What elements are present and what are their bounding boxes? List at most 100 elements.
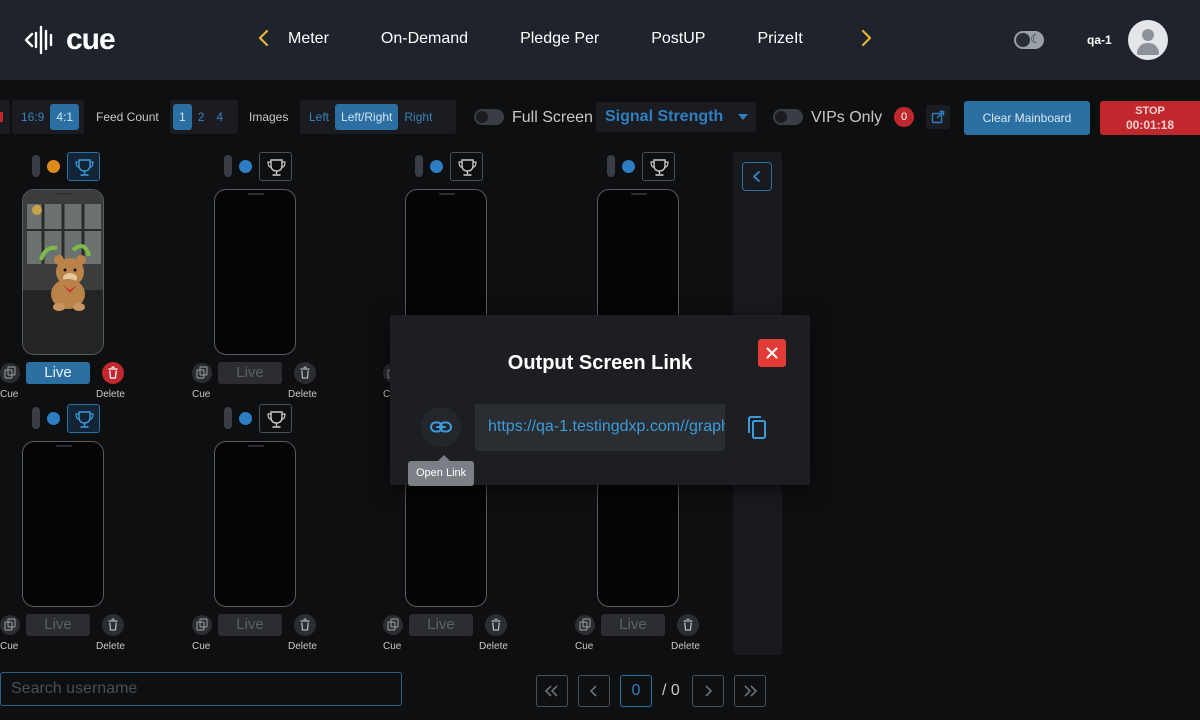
delete-button[interactable] [294,614,316,636]
phone-feed-preview[interactable] [214,189,296,355]
next-page-button[interactable] [692,675,724,707]
drag-handle[interactable] [224,407,232,429]
trophy-icon [75,159,94,176]
feed-count-label: Feed Count [96,110,159,124]
live-button[interactable]: Live [409,614,473,636]
app-nav-list: Meter On-Demand Pledge Per PostUP PrizeI… [288,30,855,48]
cue-label: Cue [575,641,594,652]
nav-next-chevron-icon[interactable] [855,28,877,52]
signal-strength-value: Signal Strength [605,108,724,125]
trash-icon [683,618,693,631]
copy-url-button[interactable] [742,413,772,443]
live-button[interactable]: Live [218,362,282,384]
delete-button[interactable] [102,362,124,384]
first-page-button[interactable] [536,675,568,707]
chevron-right-icon [705,685,713,697]
user-avatar-icon[interactable] [1128,20,1168,60]
total-pages-label: / 0 [662,682,680,699]
cue-queue-icon [4,366,16,379]
delete-label: Delete [671,641,700,652]
cue-queue-icon [196,618,208,631]
output-url-field[interactable]: https://qa-1.testingdxp.com//graphic/out… [475,404,725,451]
trophy-icon [267,159,286,176]
images-label: Images [249,110,289,124]
cue-queue-icon [579,618,591,631]
feed-count-option-2[interactable]: 2 [192,104,211,130]
cue-logo[interactable]: cue [24,22,116,58]
images-option-left[interactable]: Left [303,104,335,130]
aspect-option-16-9[interactable]: 16:9 [15,104,50,130]
cue-queue-icon [4,618,16,631]
delete-button[interactable] [102,614,124,636]
delete-label: Delete [288,389,317,400]
drag-handle[interactable] [32,407,40,429]
last-page-button[interactable] [734,675,766,707]
delete-button[interactable] [485,614,507,636]
trophy-icon [75,411,94,428]
logo-wordmark: cue [66,23,116,56]
nav-item-on-demand[interactable]: On-Demand [381,30,468,48]
nav-item-prizeit[interactable]: PrizeIt [757,30,802,48]
drag-handle[interactable] [415,155,423,177]
phone-feed-preview[interactable] [22,441,104,607]
live-button[interactable]: Live [218,614,282,636]
cue-button[interactable] [0,615,20,635]
collapse-panel-button[interactable] [742,162,772,191]
images-option-left-right[interactable]: Left/Right [335,104,399,130]
drag-handle[interactable] [224,155,232,177]
signal-strength-dropdown[interactable]: Signal Strength [596,102,756,132]
search-username-input[interactable] [0,672,402,706]
cue-queue-icon [387,618,399,631]
modal-close-button[interactable] [758,339,786,367]
trophy-button[interactable] [67,152,100,181]
drag-handle[interactable] [32,155,40,177]
external-link-button[interactable] [926,105,950,129]
full-screen-toggle[interactable] [474,109,504,125]
trophy-button[interactable] [259,152,292,181]
live-button[interactable]: Live [601,614,665,636]
external-link-icon [931,110,945,124]
vips-only-toggle[interactable] [773,109,803,125]
status-dot [239,160,252,173]
dark-mode-toggle[interactable]: ☾ [1014,31,1044,49]
caret-down-icon [738,114,748,120]
images-option-right[interactable]: Right [398,104,438,130]
cue-button[interactable] [0,363,20,383]
current-page-input[interactable]: 0 [620,675,652,707]
open-link-button[interactable] [421,407,461,447]
feed-tile: Live Cue Delete [192,404,322,656]
teddy-bear-feed-image [23,190,103,354]
nav-item-pledge-per[interactable]: Pledge Per [520,30,599,48]
clear-mainboard-button[interactable]: Clear Mainboard [964,101,1090,135]
live-button[interactable]: Live [26,614,90,636]
nav-item-postup[interactable]: PostUP [651,30,705,48]
cue-button[interactable] [383,615,403,635]
drag-handle[interactable] [607,155,615,177]
delete-button[interactable] [294,362,316,384]
nav-prev-chevron-icon[interactable] [253,28,275,52]
trophy-button[interactable] [450,152,483,181]
trophy-button[interactable] [259,404,292,433]
stop-button[interactable]: STOP 00:01:18 [1100,101,1200,135]
cue-button[interactable] [575,615,595,635]
status-dot [239,412,252,425]
vips-only-label: VIPs Only [811,109,883,126]
nav-item-meter[interactable]: Meter [288,30,329,48]
cue-button[interactable] [192,363,212,383]
cue-label: Cue [192,389,211,400]
trophy-button[interactable] [642,152,675,181]
feed-tile: Live Cue Delete [0,152,130,404]
username-label: qa-1 [1087,33,1112,47]
feed-count-option-1[interactable]: 1 [173,104,192,130]
trophy-button[interactable] [67,404,100,433]
aspect-option-4-1[interactable]: 4:1 [50,104,80,130]
aspect-ratio-selector: 16:9 4:1 [12,100,84,134]
phone-feed-preview[interactable] [214,441,296,607]
cue-label: Cue [0,389,19,400]
cue-button[interactable] [192,615,212,635]
delete-button[interactable] [677,614,699,636]
live-button[interactable]: Live [26,362,90,384]
prev-page-button[interactable] [578,675,610,707]
feed-count-option-4[interactable]: 4 [210,104,229,130]
phone-feed-preview[interactable] [22,189,104,355]
